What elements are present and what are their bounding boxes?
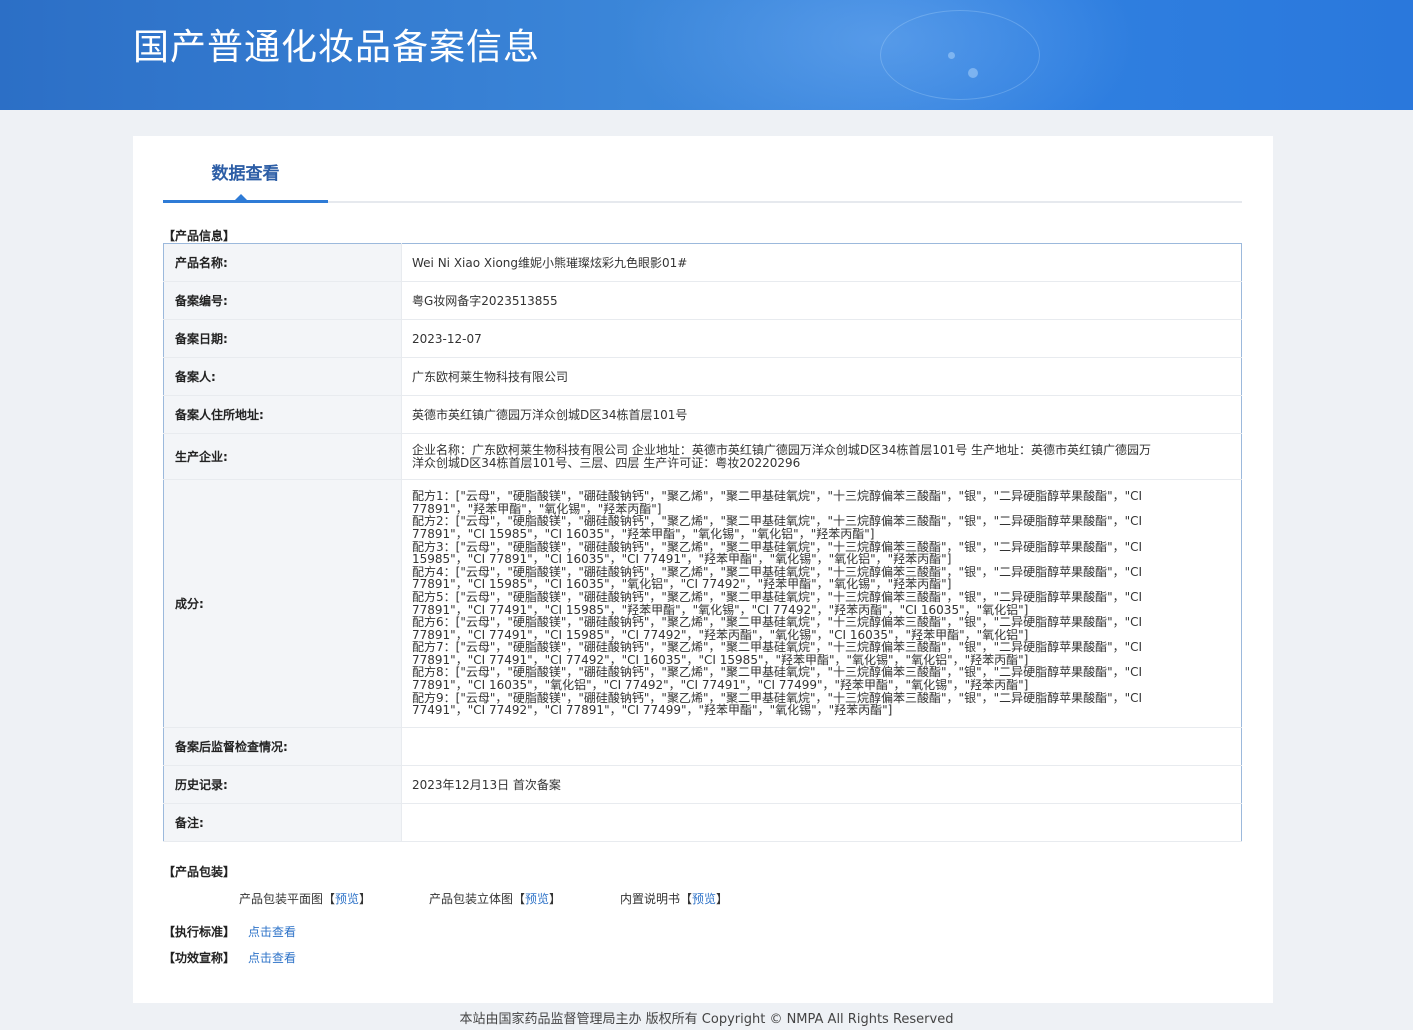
ingredient-line: 配方6：["云母"，"硬脂酸镁"，"硼硅酸钠钙"，"聚乙烯"，"聚二甲基硅氧烷"… xyxy=(412,615,1143,630)
record-date-value: 2023-12-07 xyxy=(401,319,1242,358)
ingredient-line: 15985"，"CI 77891"，"CI 16035"，"CI 77491"，… xyxy=(412,552,952,567)
table-row: 备案后监督检查情况: xyxy=(163,727,1242,766)
packaging-section-label: 【产品包装】 xyxy=(163,865,236,879)
efficacy-view-link[interactable]: 点击查看 xyxy=(248,949,296,966)
packaging-3d-label: 产品包装立体图 xyxy=(429,892,514,906)
banner-ring xyxy=(880,10,1040,100)
packaging-item-manual: 内置说明书【预览】 xyxy=(620,890,728,907)
table-row: 备案日期: 2023-12-07 xyxy=(163,319,1242,358)
manufacturer-line: 企业名称：广东欧柯莱生物科技有限公司 企业地址：英德市英红镇广德园万洋众创城D区… xyxy=(412,442,1152,457)
table-row: 生产企业: 企业名称：广东欧柯莱生物科技有限公司 企业地址：英德市英红镇广德园万… xyxy=(163,433,1242,480)
manufacturer-value: 企业名称：广东欧柯莱生物科技有限公司 企业地址：英德市英红镇广德园万洋众创城D区… xyxy=(401,433,1242,480)
field-key: 成分: xyxy=(163,479,402,728)
table-row: 备案编号: 粤G妆网备字2023513855 xyxy=(163,281,1242,320)
bracket-open: 【 xyxy=(323,892,336,906)
ingredient-line: 配方1：["云母"，"硬脂酸镁"，"硼硅酸钠钙"，"聚乙烯"，"聚二甲基硅氧烷"… xyxy=(412,489,1143,504)
field-key: 备案人住所地址: xyxy=(163,395,402,434)
table-row: 成分: 配方1：["云母"，"硬脂酸镁"，"硼硅酸钠钙"，"聚乙烯"，"聚二甲基… xyxy=(163,479,1242,728)
registrant-address-value: 英德市英红镇广德园万洋众创城D区34栋首层101号 xyxy=(401,395,1242,434)
manufacturer-line: 洋众创城D区34栋首层101号、三层、四层 生产许可证：粤妆20220296 xyxy=(412,455,801,470)
table-row: 备注: xyxy=(163,803,1242,842)
tab-caret-icon xyxy=(235,194,247,200)
bracket-open: 【 xyxy=(680,892,693,906)
field-key: 备案人: xyxy=(163,357,402,396)
preview-manual-link[interactable]: 预览 xyxy=(692,892,716,906)
packaging-item-3d: 产品包装立体图【预览】 xyxy=(429,890,561,907)
field-key: 备案后监督检查情况: xyxy=(163,727,402,766)
header-banner: 国产普通化妆品备案信息 xyxy=(0,0,1413,110)
preview-3d-link[interactable]: 预览 xyxy=(525,892,549,906)
field-key: 历史记录: xyxy=(163,765,402,804)
field-key: 备注: xyxy=(163,803,402,842)
ingredients-value: 配方1：["云母"，"硬脂酸镁"，"硼硅酸钠钙"，"聚乙烯"，"聚二甲基硅氧烷"… xyxy=(401,479,1242,728)
product-info-section-label: 【产品信息】 xyxy=(163,229,236,243)
history-value: 2023年12月13日 首次备案 xyxy=(401,765,1242,804)
record-number-value: 粤G妆网备字2023513855 xyxy=(401,281,1242,320)
product-name-value: Wei Ni Xiao Xiong维妮小熊璀璨炫彩九色眼影01# xyxy=(401,243,1242,282)
standard-section-label: 【执行标准】 xyxy=(163,925,236,939)
field-key: 生产企业: xyxy=(163,433,402,480)
banner-dot xyxy=(968,68,978,78)
packaging-item-flat: 产品包装平面图【预览】 xyxy=(239,890,371,907)
bracket-close: 】 xyxy=(549,892,562,906)
packaging-manual-label: 内置说明书 xyxy=(620,892,681,906)
standard-view-link[interactable]: 点击查看 xyxy=(248,923,296,940)
ingredient-line: 77891"，"CI 16035"，"氧化铝"，"CI 77492"，"CI 7… xyxy=(412,678,1029,693)
bracket-open: 【 xyxy=(513,892,526,906)
ingredient-line: 配方5：["云母"，"硬脂酸镁"，"硼硅酸钠钙"，"聚乙烯"，"聚二甲基硅氧烷"… xyxy=(412,589,1143,604)
tab-bar: 数据查看 xyxy=(163,156,1242,203)
table-row: 产品名称: Wei Ni Xiao Xiong维妮小熊璀璨炫彩九色眼影01# xyxy=(163,243,1242,282)
ingredient-line: 77491"，"CI 77492"，"CI 77891"，"CI 77499"，… xyxy=(412,703,893,718)
table-row: 历史记录: 2023年12月13日 首次备案 xyxy=(163,765,1242,804)
bracket-close: 】 xyxy=(716,892,729,906)
field-key: 备案编号: xyxy=(163,281,402,320)
remarks-value xyxy=(401,803,1242,842)
post-inspection-value xyxy=(401,727,1242,766)
field-key: 产品名称: xyxy=(163,243,402,282)
ingredient-line: 配方7：["云母"，"硬脂酸镁"，"硼硅酸钠钙"，"聚乙烯"，"聚二甲基硅氧烷"… xyxy=(412,640,1143,655)
footer-copyright: 本站由国家药品监督管理局主办 版权所有 Copyright © NMPA All… xyxy=(459,1012,954,1027)
table-row: 备案人住所地址: 英德市英红镇广德园万洋众创城D区34栋首层101号 xyxy=(163,395,1242,434)
content-card: 数据查看 【产品信息】 产品名称: Wei Ni Xiao Xiong维妮小熊璀… xyxy=(133,136,1273,1003)
page-title: 国产普通化妆品备案信息 xyxy=(133,27,541,68)
banner-dot xyxy=(948,52,955,59)
table-row: 备案人: 广东欧柯莱生物科技有限公司 xyxy=(163,357,1242,396)
bracket-close: 】 xyxy=(359,892,372,906)
field-key: 备案日期: xyxy=(163,319,402,358)
preview-flat-link[interactable]: 预览 xyxy=(335,892,359,906)
product-info-table: 产品名称: Wei Ni Xiao Xiong维妮小熊璀璨炫彩九色眼影01# 备… xyxy=(163,243,1242,842)
registrant-value: 广东欧柯莱生物科技有限公司 xyxy=(401,357,1242,396)
efficacy-section-label: 【功效宣称】 xyxy=(163,951,236,965)
ingredient-line: 77891"，"CI 15985"，"CI 16035"，"羟苯甲酯"，"氧化锡… xyxy=(412,526,875,541)
packaging-flat-label: 产品包装平面图 xyxy=(239,892,324,906)
